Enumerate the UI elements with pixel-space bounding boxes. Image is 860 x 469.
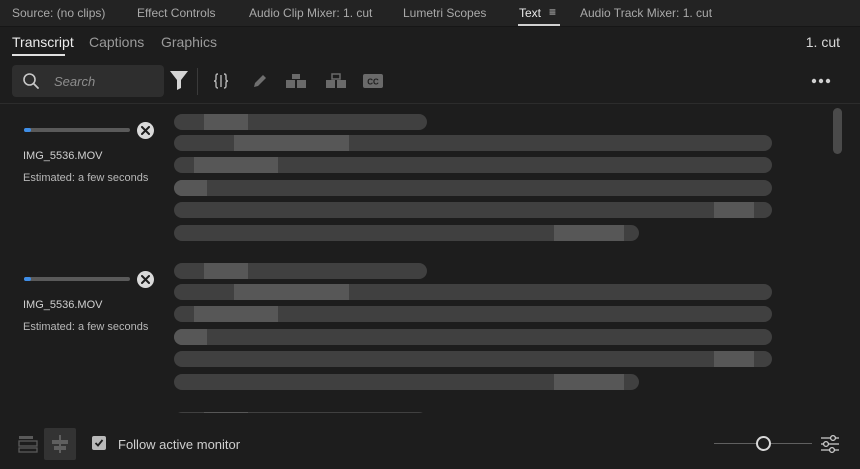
transcript-placeholder-line bbox=[174, 306, 772, 322]
transcript-placeholder-line bbox=[174, 263, 427, 279]
tab-audio-track-mixer[interactable]: Audio Track Mixer: 1. cut bbox=[580, 6, 712, 20]
sliders-icon[interactable] bbox=[820, 434, 840, 454]
tab-captions[interactable]: Captions bbox=[89, 34, 144, 50]
merge-segments-button[interactable] bbox=[285, 70, 307, 92]
transcript-content: IMG_5536.MOV Estimated: a few seconds IM… bbox=[0, 105, 860, 413]
sequence-view-button[interactable] bbox=[12, 428, 44, 460]
tab-effect-controls[interactable]: Effect Controls bbox=[137, 6, 215, 20]
transcript-placeholder-line bbox=[174, 412, 427, 413]
active-tab-indicator bbox=[518, 24, 560, 26]
transcript-footer: Follow active monitor bbox=[0, 426, 860, 469]
clip-view-button[interactable] bbox=[44, 428, 76, 460]
zoom-slider-knob[interactable] bbox=[755, 436, 771, 451]
search-input[interactable] bbox=[54, 72, 158, 90]
panel-tab-bar: Source: (no clips) Effect Controls Audio… bbox=[0, 0, 860, 27]
edit-button[interactable] bbox=[249, 70, 271, 92]
tab-lumetri-scopes[interactable]: Lumetri Scopes bbox=[403, 6, 486, 20]
transcription-progress bbox=[24, 128, 130, 132]
transcript-placeholder-line bbox=[174, 225, 639, 241]
sequence-name: 1. cut bbox=[805, 34, 840, 50]
cancel-transcription-button[interactable] bbox=[137, 271, 154, 288]
tab-transcript[interactable]: Transcript bbox=[12, 34, 74, 50]
clip-filename: IMG_5536.MOV bbox=[23, 299, 103, 311]
checkmark-icon bbox=[94, 439, 104, 447]
transcript-toolbar: CC bbox=[0, 58, 860, 104]
transcription-item: IMG_5536.MOV Estimated: a few seconds bbox=[0, 105, 830, 255]
progress-fill bbox=[24, 128, 32, 132]
transcript-placeholder-line bbox=[174, 135, 772, 151]
clip-filename: IMG_5536.MOV bbox=[23, 150, 103, 162]
transcription-progress bbox=[24, 277, 130, 281]
transcript-placeholder-line bbox=[174, 284, 772, 300]
active-subtab-indicator bbox=[12, 54, 65, 56]
create-captions-button[interactable]: CC bbox=[362, 70, 384, 92]
follow-monitor-label: Follow active monitor bbox=[118, 437, 241, 452]
split-segment-icon bbox=[213, 73, 229, 89]
svg-text:CC: CC bbox=[367, 78, 379, 87]
more-options-button[interactable] bbox=[810, 70, 832, 92]
transcript-placeholder-line bbox=[174, 202, 772, 218]
merge-segments-icon bbox=[286, 74, 306, 88]
transcript-placeholder-line bbox=[174, 329, 772, 345]
scrollbar-thumb[interactable] bbox=[833, 108, 842, 154]
transcript-placeholder-line bbox=[174, 114, 427, 130]
transcript-placeholder-line bbox=[174, 180, 772, 196]
cancel-transcription-button[interactable] bbox=[137, 122, 154, 139]
follow-monitor-checkbox[interactable] bbox=[92, 436, 106, 450]
split-speaker-icon bbox=[326, 73, 346, 88]
filter-icon bbox=[170, 71, 188, 90]
transcript-placeholder-line bbox=[174, 374, 639, 390]
search-box[interactable] bbox=[12, 65, 164, 97]
estimated-time: Estimated: a few seconds bbox=[23, 172, 149, 184]
more-options-icon bbox=[811, 78, 831, 84]
pencil-icon bbox=[254, 75, 266, 87]
close-icon bbox=[141, 275, 150, 284]
transcript-placeholder-line bbox=[174, 157, 772, 173]
tab-source[interactable]: Source: (no clips) bbox=[12, 6, 105, 20]
filter-button[interactable] bbox=[168, 69, 190, 91]
clip-view-icon bbox=[52, 435, 68, 453]
closed-captions-icon: CC bbox=[363, 74, 383, 88]
panel-menu-icon[interactable]: ≡ bbox=[549, 5, 556, 19]
transcription-item: IMG_5536.MOV Estimated: a few seconds bbox=[0, 254, 830, 404]
text-panel-tabs: Transcript Captions Graphics 1. cut bbox=[0, 28, 860, 57]
sequence-view-icon bbox=[18, 436, 38, 453]
progress-fill bbox=[24, 277, 32, 281]
close-icon bbox=[141, 126, 150, 135]
transcription-item bbox=[0, 403, 830, 413]
tab-audio-clip-mixer[interactable]: Audio Clip Mixer: 1. cut bbox=[249, 6, 372, 20]
tab-text[interactable]: Text bbox=[519, 6, 541, 20]
transcript-placeholder-line bbox=[174, 351, 772, 367]
estimated-time: Estimated: a few seconds bbox=[23, 321, 149, 333]
toolbar-divider bbox=[197, 68, 198, 95]
search-icon bbox=[23, 73, 39, 89]
split-speaker-button[interactable] bbox=[325, 70, 347, 92]
split-segment-button[interactable] bbox=[210, 70, 232, 92]
tab-graphics[interactable]: Graphics bbox=[161, 34, 217, 50]
